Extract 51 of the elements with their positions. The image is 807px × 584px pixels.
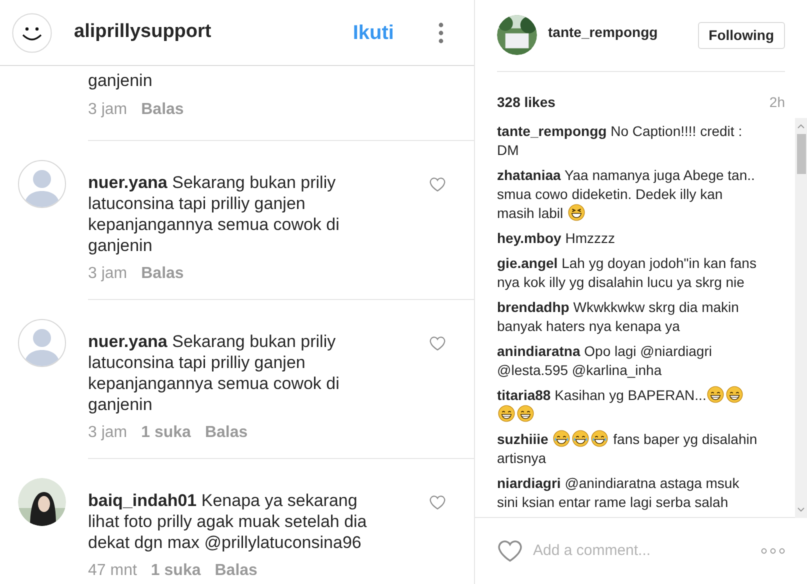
more-options-icon[interactable] xyxy=(761,548,785,554)
scrollbar-thumb[interactable] xyxy=(796,134,806,174)
scrollbar[interactable] xyxy=(795,118,807,518)
smiley-avatar-icon xyxy=(12,12,52,52)
laughing-face-icon xyxy=(568,204,586,221)
scroll-up-icon[interactable] xyxy=(797,122,805,130)
tears-of-joy-icon xyxy=(553,430,570,447)
grinning-face-icon xyxy=(498,405,515,422)
username[interactable]: aliprillysupport xyxy=(74,18,212,47)
like-icon[interactable] xyxy=(497,538,523,564)
like-icon[interactable] xyxy=(429,494,446,511)
username[interactable]: tante_rempongg xyxy=(548,22,658,42)
reply-button[interactable]: Balas xyxy=(141,99,184,121)
comment-text: titaria88 Kasihan yg BAPERAN... xyxy=(497,386,759,424)
comment-time: 47 mnt xyxy=(88,561,137,581)
tears-of-joy-icon xyxy=(572,430,590,447)
comment-text: ganjenin xyxy=(88,70,154,92)
post-time: 2h xyxy=(769,92,785,112)
comment-text: tante_rempongg No Caption!!!! credit : DM xyxy=(497,122,744,160)
comment-text: suzhiiie fans baper yg disalahin artisnya xyxy=(497,430,758,468)
reply-button[interactable]: Balas xyxy=(214,560,258,581)
comment-text: nuer.yana Sekarang bukan priliy latuconsina tapi prilliy ganjen kepanjangannya semua cowok di ganjenin xyxy=(88,331,340,415)
comment-text: hey.mboy Hmzzzz xyxy=(497,229,616,248)
default-avatar-icon xyxy=(18,160,66,208)
more-options-icon[interactable] xyxy=(438,22,444,44)
default-avatar-icon xyxy=(18,319,66,367)
comment-text: gie.angel Lah yg doyan jodoh"in kan fans nya kok illy yg disalahin lucu ya skrg nie xyxy=(497,254,758,292)
comment-text: nuer.yana Sekarang bukan priliy latuconsina tapi prilliy ganjen kepanjangannya semua cowok di ganjenin xyxy=(88,172,340,256)
follow-button[interactable]: Ikuti xyxy=(352,18,394,48)
comment-text: brendadhp Wkwkkwkw skrg dia makin banyak haters nya kenapa ya xyxy=(497,298,740,336)
comment-text: baiq_indah01 Kenapa ya sekarang lihat foto prilly agak muak setelah dia dekat dgn max @prillylatuconsina96 xyxy=(88,490,368,553)
tears-of-joy-icon xyxy=(591,430,608,447)
scroll-down-icon[interactable] xyxy=(797,506,805,514)
grinning-face-icon xyxy=(517,405,534,422)
reply-button[interactable]: Balas xyxy=(141,263,184,284)
like-icon[interactable] xyxy=(429,335,446,352)
following-button[interactable]: Following xyxy=(698,22,785,48)
comment-time: 3 jam xyxy=(88,100,128,120)
comment-time: 3 jam xyxy=(88,264,128,284)
like-icon[interactable] xyxy=(429,176,446,193)
reply-button[interactable]: Balas xyxy=(204,422,248,443)
comment-text: zhataniaa Yaa namanya juga Abege tan.. smua cowo dideketin. Dedek illy kan masih labil xyxy=(497,166,756,223)
likes-count: 328 likes xyxy=(497,92,556,112)
comment-field[interactable]: Add a comment... xyxy=(533,540,761,562)
like-count: 1 suka xyxy=(150,561,201,581)
comment-time: 3 jam xyxy=(88,423,128,443)
grinning-face-icon xyxy=(707,386,724,403)
comment-text: niardiagri @anindiaratna astaga msuk sini ksian entar rame lagi serba salah xyxy=(497,474,740,512)
grinning-face-icon xyxy=(726,386,744,403)
like-count: 1 suka xyxy=(141,423,191,443)
comment-text: anindiaratna Opo lagi @niardiagri @lesta.595 @karlina_inha xyxy=(497,342,713,380)
